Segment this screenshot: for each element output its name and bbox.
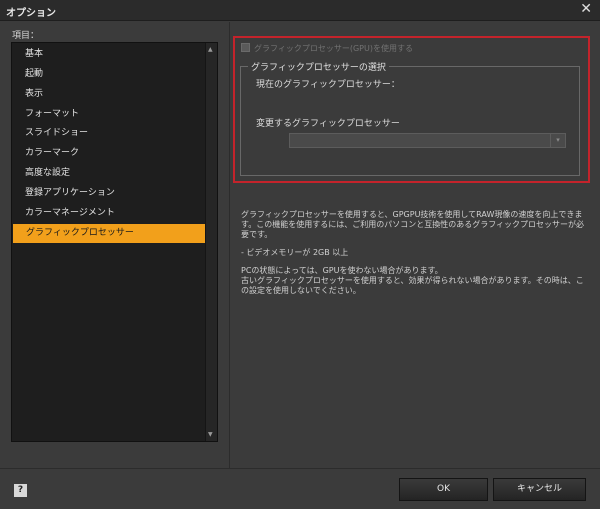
list-item-registered-apps[interactable]: 登録アプリケーション: [12, 184, 206, 203]
description-requirement: - ビデオメモリーが 2GB 以上: [241, 248, 349, 257]
list-item-slideshow[interactable]: スライドショー: [12, 124, 206, 143]
scroll-down-icon[interactable]: ▼: [208, 431, 213, 438]
list-item-display[interactable]: 表示: [12, 85, 206, 104]
gpu-selection-title: グラフィックプロセッサーの選択: [248, 60, 389, 73]
list-item-startup[interactable]: 起動: [12, 65, 206, 84]
title-bar: オプション ✕: [0, 0, 600, 21]
footer-divider: [0, 468, 600, 469]
description-note-line1: PCの状態によっては、GPUを使わない場合があります。: [241, 266, 443, 275]
use-gpu-label: グラフィックプロセッサー(GPU)を使用する: [254, 44, 413, 53]
list-item-basic[interactable]: 基本: [12, 45, 206, 64]
help-icon[interactable]: ?: [14, 484, 27, 497]
ok-button[interactable]: OK: [399, 478, 488, 501]
scroll-up-icon[interactable]: ▲: [208, 46, 213, 53]
description-note: PCの状態によっては、GPUを使わない場合があります。 古いグラフィックプロセッサ…: [241, 266, 587, 296]
list-item-color-management[interactable]: カラーマネージメント: [12, 204, 206, 223]
description-text: グラフィックプロセッサーを使用すると、GPGPU技術を使用してRAW現像の速度を…: [241, 210, 585, 239]
list-item-format[interactable]: フォーマット: [12, 105, 206, 124]
list-item-advanced[interactable]: 高度な設定: [12, 164, 206, 183]
list-scrollbar[interactable]: ▲ ▼: [205, 43, 217, 441]
use-gpu-checkbox[interactable]: [241, 43, 250, 52]
change-gpu-label: 変更するグラフィックプロセッサー: [256, 119, 400, 129]
list-item-graphics-processor[interactable]: グラフィックプロセッサー: [13, 224, 206, 243]
window-title: オプション: [6, 8, 56, 19]
chevron-down-icon[interactable]: ▾: [550, 134, 565, 147]
cancel-button[interactable]: キャンセル: [493, 478, 586, 501]
category-list[interactable]: 基本 起動 表示 フォーマット スライドショー カラーマーク 高度な設定 登録ア…: [11, 42, 218, 442]
items-label: 項目：: [12, 31, 40, 41]
description-note-line2: 古いグラフィックプロセッサーを使用すると、効果が得られない場合があります。その時…: [241, 276, 584, 295]
gpu-select-dropdown[interactable]: ▾: [289, 133, 566, 148]
current-gpu-label: 現在のグラフィックプロセッサー：: [256, 80, 400, 90]
vertical-divider: [229, 22, 230, 468]
close-icon[interactable]: ✕: [580, 1, 592, 17]
description: グラフィックプロセッサーを使用すると、GPGPU技術を使用してRAW現像の速度を…: [241, 210, 587, 296]
list-item-color-mark[interactable]: カラーマーク: [12, 144, 206, 163]
